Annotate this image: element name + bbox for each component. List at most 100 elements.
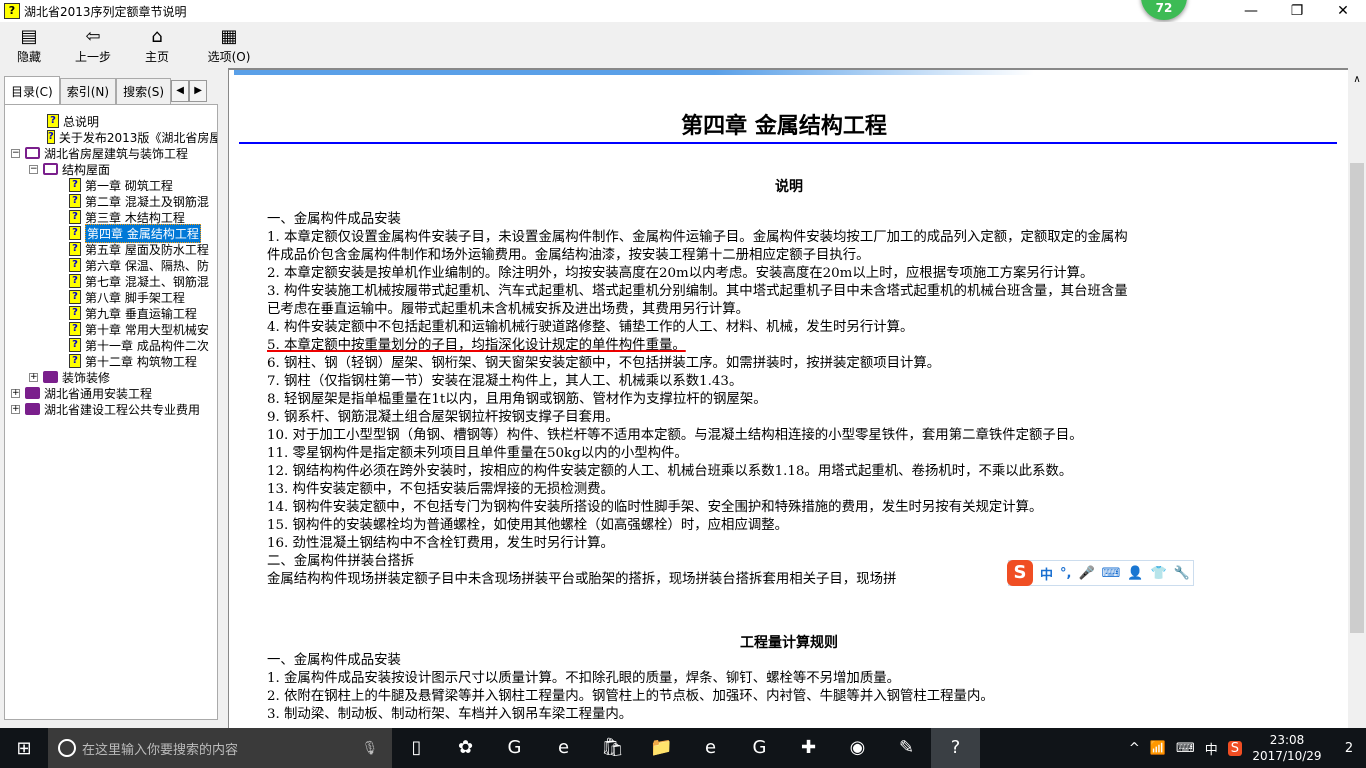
green-app-taskbar-icon[interactable]: ◉ [833,728,882,768]
tree-item[interactable]: − 结构屋面 [11,161,217,177]
expand-icon[interactable]: + [29,372,38,382]
text-line: 5. 本章定额中按重量划分的子目，均指深化设计规定的单件构件重量。 [267,338,686,353]
tools-icon[interactable]: 🔧 [1174,566,1190,581]
collapse-icon[interactable]: − [11,148,20,158]
collapse-icon[interactable]: − [29,164,38,174]
scrollbar-thumb[interactable] [1350,163,1364,633]
text-line: 4. 构件安装定额中不包括起重机和运输机械行驶道路修整、铺垫工作的人工、材料、机… [267,320,914,335]
tree-item-label: 第二章 混凝土及钢筋混 [85,194,209,209]
file-explorer-taskbar-icon[interactable]: 📁 [637,728,686,768]
swirl-app-taskbar-icon[interactable]: G [490,728,539,768]
back-button[interactable]: ⇦ 上一步 [64,22,122,68]
tree-item-label: 第十章 常用大型机械安 [85,322,209,337]
text-line: 一、金属构件成品安装 [267,212,401,227]
book-icon [25,403,40,415]
tree-item[interactable]: ? 第六章 保温、隔热、防 [11,257,217,273]
text-line: 9. 钢系杆、钢筋混凝土组合屋架钢拉杆按钢支撑子目套用。 [267,410,619,425]
help-page-icon: ? [69,258,81,272]
tab-search[interactable]: 搜索(S) [116,78,172,104]
tab-contents[interactable]: 目录(C) [4,76,60,106]
sogou-tray-icon[interactable]: S [1227,740,1242,756]
tree-item[interactable]: − 湖北省房屋建筑与装饰工程 [11,145,217,161]
taskbar-search[interactable]: 在这里输入你要搜索的内容 🎙 [48,728,392,768]
help-page-icon: ? [69,226,81,240]
minimize-button[interactable]: — [1228,0,1274,22]
tree-item[interactable]: ? 第八章 脚手架工程 [11,289,217,305]
help-page-icon: ? [69,210,81,224]
expand-icon[interactable]: + [11,404,20,414]
pin-app-taskbar-icon[interactable]: ✚ [784,728,833,768]
tree-item[interactable]: ? 第九章 垂直运输工程 [11,305,217,321]
user-icon[interactable]: 👤 [1127,566,1143,581]
hide-button[interactable]: ▤ 隐藏 [0,22,58,68]
tree-item[interactable]: ? 第十二章 构筑物工程 [11,353,217,369]
tree-item[interactable]: ? 总说明 [11,113,217,129]
sogou-browser-taskbar-icon[interactable]: G [735,728,784,768]
tab-scroll-right-button[interactable]: ▶ [189,80,208,102]
tree-item-label: 关于发布2013版《湖北省房屋 [58,130,218,145]
sogou-logo-icon[interactable]: S [1007,560,1033,586]
section-title-rules: 工程量计算规则 [740,635,838,651]
search-placeholder: 在这里输入你要搜索的内容 [82,742,239,758]
text-line: 3. 构件安装施工机械按履带式起重机、汽车式起重机、塔式起重机分别编制。其中塔式… [267,284,1128,299]
network-icon[interactable]: 📶 [1150,741,1166,756]
tree-item[interactable]: ? 关于发布2013版《湖北省房屋 [11,129,217,145]
tree-item-label: 湖北省通用安装工程 [44,386,153,401]
text-line: 15. 钢构件的安装螺栓均为普通螺栓，如使用其他螺栓（如高强螺栓）时，应相应调整… [267,518,789,533]
expand-icon[interactable]: + [11,388,20,398]
header-banner [234,70,1034,75]
text-line: 金属结构构件现场拼装定额子目中未含现场拼装平台或胎架的搭拆，现场拼装台搭拆套用相… [267,572,897,587]
open-book-icon [25,147,40,159]
vertical-scrollbar[interactable]: ∧ [1348,68,1366,728]
microphone-icon[interactable]: 🎙 [361,741,378,756]
notepad-app-taskbar-icon[interactable]: ✎ [882,728,931,768]
tree-item-label: 第十一章 成品构件二次 [85,338,209,353]
options-icon: ▦ [220,26,238,47]
edge-taskbar-icon[interactable]: e [539,728,588,768]
text-line: 二、金属构件拼装台搭拆 [267,554,415,569]
notes-body: 一、金属构件成品安装 1. 本章定额仅设置金属构件安装子目，未设置金属构件制作、金… [267,211,1327,589]
navigation-pane: 目录(C) 索引(N) 搜索(S) ◀ ▶ ? 总说明? 关于发布2013版《湖北省… [0,68,222,728]
window-title: 湖北省2013序列定额章节说明 [24,4,187,19]
tree-item[interactable]: ? 第一章 砌筑工程 [11,177,217,193]
tree-item[interactable]: + 湖北省通用安装工程 [11,385,217,401]
tab-scroll-left-button[interactable]: ◀ [171,80,190,102]
skin-icon[interactable]: 👕 [1151,566,1167,581]
tree-item[interactable]: ? 第十章 常用大型机械安 [11,321,217,337]
tree-item[interactable]: + 装饰装修 [11,369,217,385]
tree-item[interactable]: ? 第十一章 成品构件二次 [11,337,217,353]
text-line: 2. 依附在钢柱上的牛腿及悬臂梁等并入钢柱工程量内。钢管柱上的节点板、加强环、内… [267,689,994,704]
tree-item[interactable]: ? 第二章 混凝土及钢筋混 [11,193,217,209]
clock[interactable]: 23:08 2017/10/29 [1252,732,1322,764]
help-page-icon: ? [69,194,81,208]
scroll-up-icon[interactable]: ∧ [1348,74,1366,85]
home-button[interactable]: ⌂ 主页 [128,22,186,68]
notification-center-icon[interactable]: 2 [1332,741,1366,756]
start-button[interactable]: ⊞ [0,738,48,759]
tree-item[interactable]: + 湖北省建设工程公共专业费用 [11,401,217,417]
ime-mode-toggle[interactable]: 中 [1040,564,1053,583]
text-line: 1. 金属构件成品安装按设计图示尺寸以质量计算。不扣除孔眼的质量，焊条、铆钉、螺… [267,671,900,686]
ie-taskbar-icon[interactable]: e [686,728,735,768]
tree-item-label: 第七章 混凝土、钢筋混 [85,274,209,289]
tab-index[interactable]: 索引(N) [59,78,117,104]
restore-button[interactable]: ❐ [1274,0,1320,22]
help-app-taskbar-icon[interactable]: ? [931,728,980,768]
input-language-indicator[interactable]: 中 [1205,739,1218,758]
tree-item[interactable]: ? 第四章 金属结构工程 [11,223,217,243]
tree-item[interactable]: ? 第七章 混凝土、钢筋混 [11,273,217,289]
text-line: 12. 钢结构构件必须在跨外安装时，按相应的构件安装定额的人工、机械台班乘以系数… [267,464,1073,479]
task-view-taskbar-icon[interactable]: ▯ [392,728,441,768]
punctuation-icon[interactable]: °, [1060,566,1071,581]
text-line: 2. 本章定额安装是按单机作业编制的。除注明外，均按安装高度在20m以内考虑。安… [267,266,1094,281]
close-button[interactable]: ✕ [1320,0,1366,22]
options-button[interactable]: ▦ 选项(O) [196,22,262,68]
store-taskbar-icon[interactable]: 🛍 [588,728,637,768]
show-hidden-icons-chevron-icon[interactable]: ^ [1129,741,1140,756]
microphone-icon[interactable]: 🎤 [1078,566,1094,581]
fan-app-taskbar-icon[interactable]: ✿ [441,728,490,768]
keyboard-icon[interactable]: ⌨ [1102,566,1121,581]
tree-item-label: 第八章 脚手架工程 [85,290,185,305]
touch-keyboard-icon[interactable]: ⌨ [1176,741,1195,756]
tree-item[interactable]: ? 第五章 屋面及防水工程 [11,241,217,257]
